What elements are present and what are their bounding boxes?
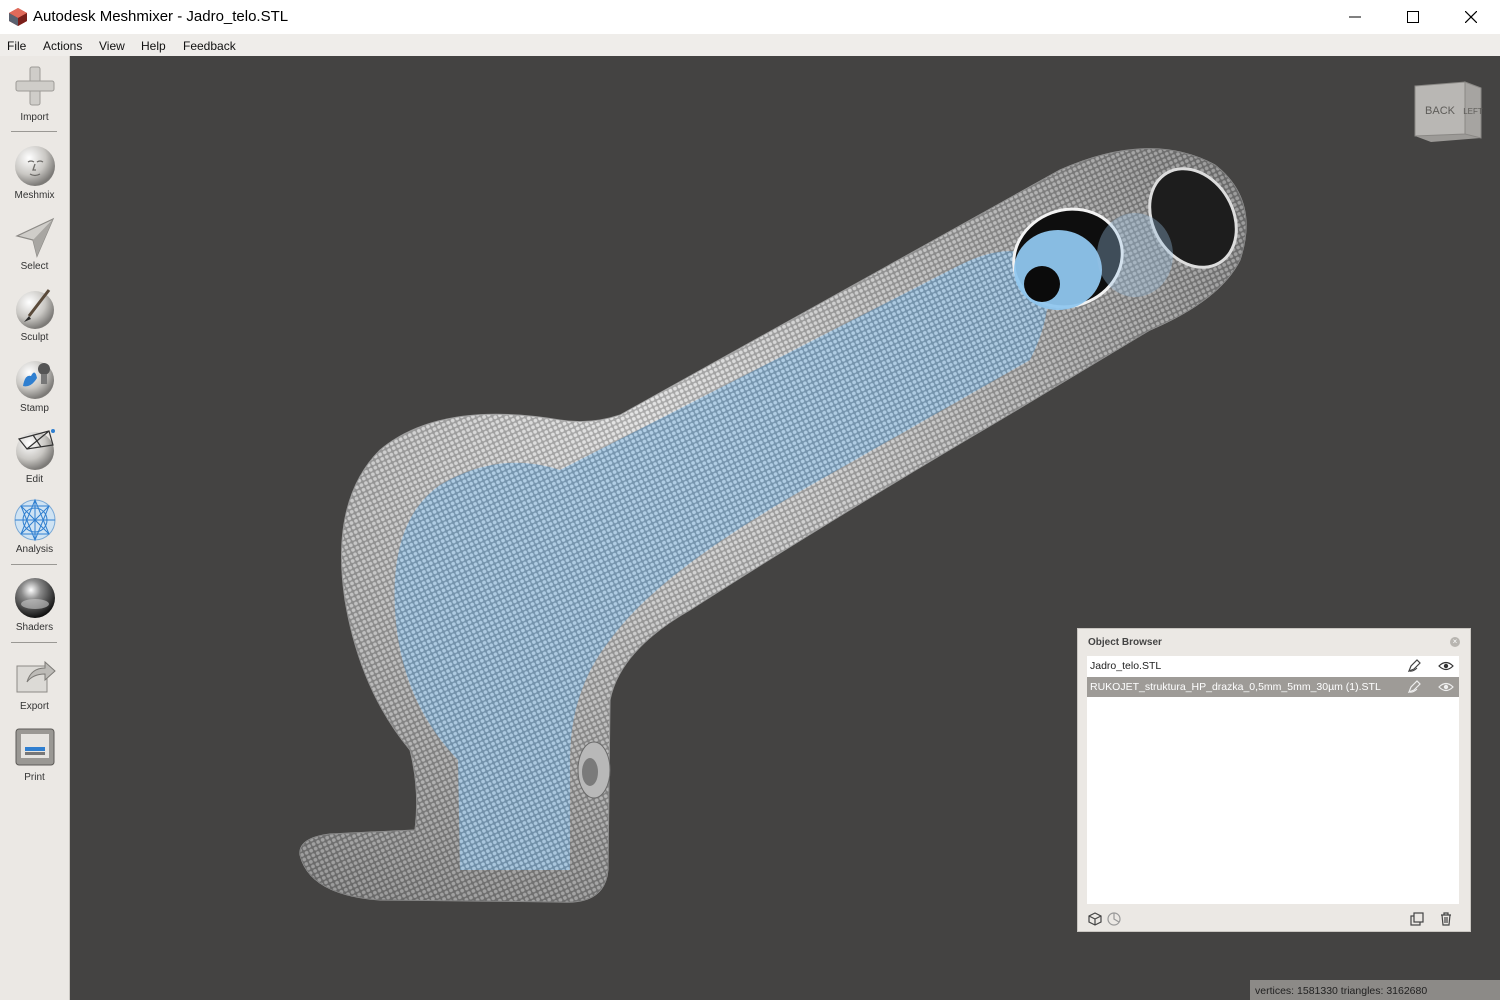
object-list: Jadro_telo.STL RUKOJET_struktura_HP_draz… (1087, 656, 1459, 904)
title-bar: Autodesk Meshmixer - Jadro_telo.STL (0, 0, 1500, 34)
status-bar: vertices: 1581330 triangles: 3162680 (1250, 980, 1500, 1000)
object-browser-title: Object Browser (1088, 637, 1162, 648)
visibility-eye-icon[interactable] (1438, 658, 1454, 674)
toolbar-divider (11, 642, 57, 643)
export-label: Export (20, 701, 49, 712)
view-cube[interactable]: BACK LEFT (1411, 78, 1489, 144)
meshmix-tool[interactable]: Meshmix (0, 144, 69, 214)
analysis-tool[interactable]: Analysis (0, 498, 69, 568)
select-label: Select (20, 261, 49, 272)
plus-icon (15, 66, 54, 106)
minimize-icon (1349, 16, 1361, 18)
mesh-sphere-icon (14, 498, 55, 542)
blue-ring (1014, 230, 1102, 310)
menu-bar: File Actions View Help Feedback (0, 34, 1500, 57)
printer-icon (15, 728, 54, 766)
analysis-label: Analysis (15, 544, 54, 555)
close-icon: × (1452, 637, 1458, 646)
import-tool[interactable]: Import (0, 64, 69, 134)
tool-sidebar: Import Meshmix Select Sculpt Stamp Edit … (0, 56, 70, 1000)
toolbar-divider (11, 131, 57, 132)
object-name: Jadro_telo.STL (1090, 660, 1162, 672)
menu-help[interactable]: Help (141, 39, 166, 53)
pivot-icon[interactable] (1106, 911, 1122, 927)
shaders-tool[interactable]: Shaders (0, 576, 69, 646)
print-label: Print (24, 772, 45, 783)
edit-label: Edit (25, 474, 44, 485)
viewcube-left-face[interactable]: LEFT (1463, 107, 1483, 116)
meshmixer-logo-icon (9, 8, 27, 26)
visibility-eye-icon[interactable] (1438, 679, 1454, 695)
object-browser-panel: Object Browser × Jadro_telo.STL RUKOJET_… (1077, 628, 1471, 932)
edit-tool[interactable]: Edit (0, 427, 69, 497)
close-button[interactable] (1442, 0, 1500, 34)
viewcube-back-face[interactable]: BACK (1425, 105, 1456, 117)
select-tool[interactable]: Select (0, 216, 69, 286)
meshmix-label: Meshmix (14, 190, 55, 201)
stamp-label: Stamp (20, 403, 49, 414)
edit-object-icon[interactable] (1406, 658, 1422, 674)
mesh-stats: vertices: 1581330 triangles: 3162680 (1255, 985, 1428, 997)
menu-file[interactable]: File (7, 39, 26, 53)
sculpt-tool[interactable]: Sculpt (0, 286, 69, 356)
export-icon (16, 660, 56, 693)
stamp-sphere-icon (15, 361, 54, 399)
maximize-button[interactable] (1384, 0, 1442, 34)
object-row-selected[interactable]: RUKOJET_struktura_HP_drazka_0,5mm_5mm_30… (1087, 677, 1459, 697)
menu-feedback[interactable]: Feedback (183, 39, 236, 53)
export-tool[interactable]: Export (0, 654, 69, 724)
stamp-tool[interactable]: Stamp (0, 356, 69, 426)
object-browser-close-button[interactable]: × (1450, 637, 1460, 647)
brush-sphere-icon (15, 289, 54, 329)
shiny-sphere-icon (14, 578, 55, 618)
object-name: RUKOJET_struktura_HP_drazka_0,5mm_5mm_30… (1090, 681, 1381, 693)
arrow-pointer-icon (14, 217, 54, 258)
duplicate-icon[interactable] (1409, 911, 1425, 927)
shaders-label: Shaders (15, 622, 54, 633)
ghost-ring (1097, 213, 1173, 297)
inner-hole (1024, 266, 1060, 302)
import-label: Import (20, 112, 49, 123)
face-sphere-icon (14, 146, 55, 186)
close-icon (1465, 11, 1477, 23)
wire-sphere-icon (15, 429, 55, 470)
toolbar-divider (11, 564, 57, 565)
menu-view[interactable]: View (99, 39, 125, 53)
object-row[interactable]: Jadro_telo.STL (1087, 656, 1459, 676)
print-tool[interactable]: Print (0, 725, 69, 795)
minimize-button[interactable] (1326, 0, 1384, 34)
maximize-icon (1407, 11, 1419, 23)
menu-actions[interactable]: Actions (43, 39, 82, 53)
side-hole-inner (582, 758, 598, 786)
window-title: Autodesk Meshmixer - Jadro_telo.STL (33, 8, 289, 25)
edit-object-icon[interactable] (1406, 679, 1422, 695)
object-browser-footer (1078, 907, 1470, 931)
trash-icon[interactable] (1438, 911, 1454, 927)
cube-icon[interactable] (1087, 911, 1103, 927)
sculpt-label: Sculpt (20, 332, 49, 343)
